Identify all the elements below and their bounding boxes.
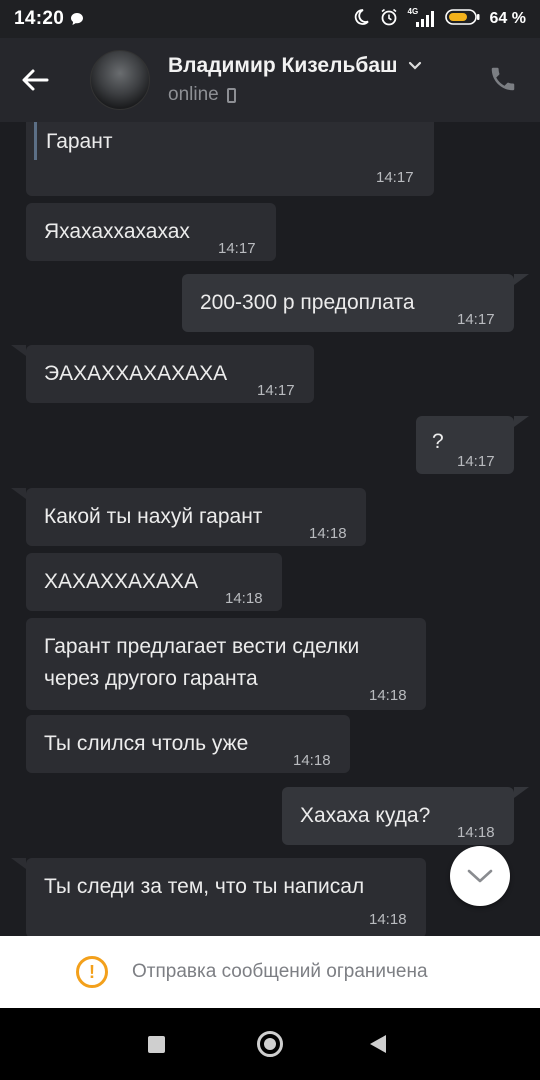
do-not-disturb-icon	[352, 8, 370, 31]
message-time: 14:18	[309, 525, 347, 542]
nav-back-button[interactable]	[370, 1035, 386, 1053]
message-text: Ты следи за тем, что ты написал	[44, 875, 365, 898]
chat-notification-icon	[70, 12, 84, 26]
phone-icon	[491, 67, 515, 91]
message-text: Гарант	[46, 130, 113, 153]
message-time: 14:17	[218, 240, 256, 257]
contact-name: Владимир Кизельбаш	[168, 54, 398, 77]
message-text: Какой ты нахуй гарант	[44, 505, 263, 528]
message-bubble-incoming[interactable]: Яхахаххахахах 14:17	[26, 203, 276, 261]
message-text: Хахаха куда?	[300, 804, 431, 827]
message-text: Яхахаххахахах	[44, 220, 190, 243]
message-text-line-1: Гарант предлагает вести сделки	[44, 635, 360, 658]
message-time: 14:17	[376, 169, 414, 186]
message-bubble-incoming[interactable]: Гарант 14:17	[26, 122, 434, 196]
message-time: 14:18	[369, 911, 407, 928]
warning-icon: !	[76, 956, 108, 988]
restriction-text: Отправка сообщений ограничена	[132, 961, 428, 982]
message-text: Ты слился чтоль уже	[44, 732, 249, 755]
mobile-device-icon	[226, 87, 236, 103]
battery-icon	[444, 8, 481, 31]
message-time: 14:17	[457, 311, 495, 328]
message-time: 14:17	[457, 453, 495, 470]
messaging-restricted-bar: ! Отправка сообщений ограничена	[0, 936, 540, 1008]
message-time: 14:18	[225, 590, 263, 607]
contact-info[interactable]: Владимир Кизельбаш online	[168, 54, 422, 106]
back-button[interactable]	[8, 38, 62, 122]
message-bubble-incoming[interactable]: Ты слился чтоль уже 14:18	[26, 715, 350, 773]
message-text: ХАХАХХАХАХА	[44, 570, 199, 593]
message-bubble-outgoing[interactable]: ? 14:17	[416, 416, 529, 474]
bubble-tail	[514, 274, 529, 285]
message-text: ЭАХАХХАХАХАХА	[44, 362, 228, 385]
contact-status: online	[168, 84, 219, 105]
quote-bar	[34, 122, 37, 160]
scroll-to-bottom-button[interactable]	[450, 846, 510, 906]
message-text: 200-300 р предоплата	[200, 291, 415, 314]
message-time: 14:17	[257, 382, 295, 399]
alarm-icon	[379, 7, 399, 32]
chevron-down-icon	[467, 869, 493, 883]
battery-percent: 64 %	[489, 10, 526, 27]
status-time: 14:20	[14, 8, 65, 29]
chat-header: Владимир Кизельбаш online	[0, 38, 540, 122]
message-bubble-incoming[interactable]: Ты следи за тем, что ты написал 14:18	[11, 858, 426, 936]
message-text: ?	[432, 430, 444, 453]
bubble-tail	[11, 858, 26, 869]
bubble-tail	[11, 488, 26, 499]
avatar[interactable]	[90, 50, 150, 110]
call-button[interactable]	[488, 64, 520, 96]
bubble-tail	[514, 416, 529, 427]
message-time: 14:18	[457, 824, 495, 841]
message-list[interactable]: Гарант 14:17 Яхахаххахахах 14:17 200-300…	[0, 122, 540, 936]
signal-icon: 4G	[408, 7, 436, 28]
back-arrow-icon	[22, 69, 49, 91]
message-bubble-incoming[interactable]: ХАХАХХАХАХА 14:18	[26, 553, 282, 611]
message-time: 14:18	[369, 687, 407, 704]
message-bubble-incoming[interactable]: Какой ты нахуй гарант 14:18	[11, 488, 366, 546]
message-time: 14:18	[293, 752, 331, 769]
message-text-line-2: через другого гаранта	[44, 667, 258, 690]
message-bubble-outgoing[interactable]: Хахаха куда? 14:18	[282, 787, 529, 845]
recent-apps-button[interactable]	[148, 1036, 165, 1053]
message-bubble-incoming[interactable]: ЭАХАХХАХАХАХА 14:17	[11, 345, 314, 403]
bubble-tail	[11, 345, 26, 356]
chevron-down-icon	[408, 61, 421, 70]
status-bar: 14:20 4G 64 %	[0, 0, 540, 38]
chat-screen: 14:20 4G 64 % Владимир Кизельбаш online …	[0, 0, 540, 1080]
message-bubble-incoming[interactable]: Гарант предлагает вести сделки через дру…	[26, 618, 426, 710]
home-button[interactable]	[257, 1031, 283, 1057]
message-bubble-outgoing[interactable]: 200-300 р предоплата 14:17	[182, 274, 529, 332]
bubble-tail	[514, 787, 529, 798]
system-navigation-bar	[0, 1008, 540, 1080]
